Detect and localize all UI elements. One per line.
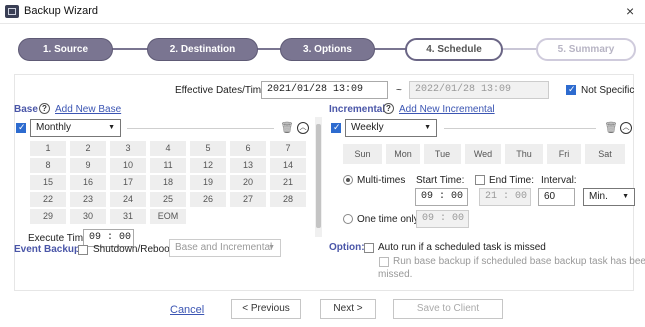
month-day-cell[interactable]: 18 (150, 175, 186, 190)
base-title: Base (14, 104, 38, 115)
cancel-link[interactable]: Cancel (170, 304, 204, 316)
weekday-sat[interactable]: Sat (585, 144, 625, 164)
interval-unit-select[interactable]: Min. (583, 188, 635, 206)
base-collapse-icon[interactable]: ︿ (297, 122, 309, 134)
end-time-label: End Time: (489, 175, 535, 186)
month-day-cell[interactable]: 5 (190, 141, 226, 156)
event-type-select: Base and Incremental (169, 239, 281, 257)
month-day-cell[interactable]: 16 (70, 175, 106, 190)
month-day-cell[interactable]: 10 (110, 158, 146, 173)
end-time-checkbox[interactable] (475, 175, 485, 185)
month-day-eom[interactable]: EOM (150, 209, 186, 224)
base-help-icon[interactable]: ? (39, 103, 50, 114)
month-day-cell[interactable]: 23 (70, 192, 106, 207)
month-day-cell[interactable]: 19 (190, 175, 226, 190)
month-day-cell[interactable]: 9 (70, 158, 106, 173)
month-day-cell[interactable]: 25 (150, 192, 186, 207)
month-day-cell[interactable]: 24 (110, 192, 146, 207)
date-separator: ~ (396, 85, 402, 96)
auto-run-checkbox[interactable] (364, 243, 374, 253)
month-day-cell[interactable]: 2 (70, 141, 106, 156)
weekday-mon[interactable]: Mon (386, 144, 420, 164)
base-enable-checkbox[interactable] (16, 122, 26, 133)
close-icon[interactable]: × (626, 3, 634, 19)
month-day-cell[interactable]: 11 (150, 158, 186, 173)
month-day-cell[interactable]: 31 (110, 209, 146, 224)
weekday-wed[interactable]: Wed (465, 144, 501, 164)
step-source[interactable]: 1. Source (18, 38, 113, 61)
interval-input[interactable]: 60 (538, 188, 575, 206)
incremental-frequency-select[interactable]: Weekly (345, 119, 437, 137)
weekday-thu[interactable]: Thu (505, 144, 543, 164)
month-day-cell[interactable]: 20 (230, 175, 266, 190)
not-specific-label: Not Specific (581, 85, 635, 96)
month-day-cell[interactable]: 13 (230, 158, 266, 173)
run-base-label-line1: Run base backup if scheduled base backup… (393, 256, 645, 267)
save-to-client-button: Save to Client (393, 299, 503, 319)
incremental-collapse-icon[interactable]: ︿ (620, 122, 632, 134)
one-time-radio[interactable] (343, 214, 353, 224)
one-time-input: 09 : 00 (416, 210, 469, 228)
interval-label: Interval: (541, 175, 577, 186)
incremental-enable-checkbox[interactable] (331, 122, 341, 133)
weekday-fri[interactable]: Fri (547, 144, 581, 164)
month-day-cell[interactable]: 26 (190, 192, 226, 207)
scrollbar-thumb[interactable] (316, 124, 321, 228)
month-day-cell[interactable]: 22 (30, 192, 66, 207)
start-time-input[interactable]: 09 : 00 (415, 188, 468, 206)
add-new-base-link[interactable]: Add New Base (55, 104, 121, 115)
month-day-cell[interactable]: 7 (270, 141, 306, 156)
base-delete-icon[interactable]: 🗑 (280, 122, 294, 134)
execute-time-label: Execute Time: (28, 233, 92, 244)
start-time-label: Start Time: (416, 175, 465, 186)
shutdown-reboot-checkbox[interactable] (78, 245, 88, 255)
weekday-tue[interactable]: Tue (424, 144, 461, 164)
run-base-checkbox (379, 257, 389, 267)
month-day-cell[interactable]: 1 (30, 141, 66, 156)
window-title: Backup Wizard (24, 5, 98, 17)
run-base-label-line2: missed. (378, 269, 413, 280)
event-backup-label: Event Backup: (14, 244, 84, 255)
end-time-input: 21 : 00 (479, 188, 531, 206)
step-options[interactable]: 3. Options (280, 38, 375, 61)
month-day-cell[interactable]: 15 (30, 175, 66, 190)
month-day-cell[interactable]: 4 (150, 141, 186, 156)
one-time-label: One time only: (357, 214, 422, 225)
month-day-cell[interactable]: 17 (110, 175, 146, 190)
base-divider (127, 128, 274, 129)
effective-end-input: 2022/01/28 13:09 (409, 81, 549, 99)
month-day-cell[interactable]: 12 (190, 158, 226, 173)
add-new-incremental-link[interactable]: Add New Incremental (399, 104, 495, 115)
month-day-cell[interactable]: 6 (230, 141, 266, 156)
month-day-cell[interactable]: 30 (70, 209, 106, 224)
effective-dates-label: Effective Dates/Time (175, 85, 267, 96)
app-icon (5, 5, 19, 18)
month-day-cell[interactable]: 14 (270, 158, 306, 173)
step-destination[interactable]: 2. Destination (147, 38, 258, 61)
weekday-sun[interactable]: Sun (343, 144, 382, 164)
step-summary: 5. Summary (536, 38, 636, 61)
shutdown-reboot-label: Shutdown/Reboot (93, 244, 173, 255)
previous-button[interactable]: < Previous (231, 299, 301, 319)
incremental-delete-icon[interactable]: 🗑 (604, 122, 618, 134)
month-day-cell[interactable]: 21 (270, 175, 306, 190)
next-button[interactable]: Next > (320, 299, 376, 319)
incremental-title: Incremental (329, 104, 386, 115)
multi-times-label: Multi-times (357, 175, 406, 186)
month-day-cell[interactable]: 28 (270, 192, 306, 207)
auto-run-label: Auto run if a scheduled task is missed (378, 242, 546, 253)
effective-start-input[interactable]: 2021/01/28 13:09 (261, 81, 388, 99)
base-frequency-select[interactable]: Monthly (30, 119, 121, 137)
step-schedule[interactable]: 4. Schedule (405, 38, 503, 61)
month-day-cell[interactable]: 27 (230, 192, 266, 207)
month-day-cell[interactable]: 29 (30, 209, 66, 224)
month-day-cell[interactable]: 8 (30, 158, 66, 173)
multi-times-radio[interactable] (343, 175, 353, 185)
incremental-divider (444, 128, 596, 129)
incremental-help-icon[interactable]: ? (383, 103, 394, 114)
option-label: Option: (329, 242, 365, 253)
not-specific-checkbox[interactable] (566, 84, 576, 95)
month-day-cell[interactable]: 3 (110, 141, 146, 156)
